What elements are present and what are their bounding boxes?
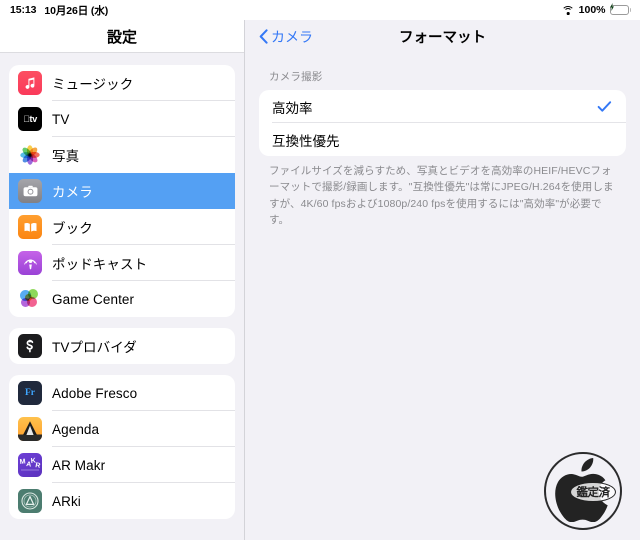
option-row-high-efficiency[interactable]: 高効率 — [259, 90, 626, 123]
tv-app-icon: tv — [18, 107, 42, 131]
adobe-fresco-icon: Fr — [18, 381, 42, 405]
sidebar-item-ar-makr[interactable]: M A K R AR Makr — [9, 447, 235, 483]
battery-charging-icon — [609, 3, 631, 15]
photos-app-icon — [18, 143, 42, 167]
detail-scroll-area[interactable]: カメラ撮影 高効率 互換性優先 ファイルサイズを減らすため、写真とビデオを高効率… — [245, 53, 640, 540]
music-app-icon — [18, 71, 42, 95]
sidebar-item-tv[interactable]: tv TV — [9, 101, 235, 137]
sidebar-item-music[interactable]: ミュージック — [9, 65, 235, 101]
sidebar-group-apple-apps: ミュージック tv TV 写真 — [9, 65, 235, 317]
battery-percent-label: 100% — [578, 4, 606, 16]
detail-pane: カメラ フォーマット カメラ撮影 高効率 互換性優先 ファイルサイズを減らすため… — [245, 20, 640, 540]
sidebar-item-label: 写真 — [52, 149, 80, 164]
sidebar-item-label: Game Center — [52, 291, 135, 307]
back-button[interactable]: カメラ — [259, 27, 313, 47]
sidebar-item-label: Agenda — [52, 421, 100, 437]
ar-makr-icon: M A K R — [18, 453, 42, 477]
wifi-icon — [561, 5, 575, 15]
sidebar-item-photos[interactable]: 写真 — [9, 137, 235, 173]
sidebar-item-label: カメラ — [52, 185, 93, 200]
status-bar-right: 100% — [561, 3, 631, 16]
page-title: 設定 — [106, 28, 137, 46]
arki-app-icon — [18, 489, 42, 513]
chevron-left-icon — [259, 29, 268, 44]
sidebar-item-books[interactable]: ブック — [9, 209, 235, 245]
ipad-settings-screen: 15:13 10月26日 (水) 100% 設定 ミュージック tv TV 写真… — [0, 0, 640, 540]
split-view: 設定 ミュージック tv — [0, 20, 640, 540]
sidebar-item-game-center[interactable]: Game Center — [9, 281, 235, 317]
camera-app-icon — [18, 179, 42, 203]
settings-sidebar: 設定 ミュージック tv — [0, 20, 245, 540]
sidebar-item-label: ARki — [52, 493, 81, 509]
back-button-label: カメラ — [271, 28, 313, 45]
sidebar-item-label: TVプロバイダ — [52, 340, 137, 355]
checkmark-icon — [597, 101, 612, 112]
sidebar-scroll-area[interactable]: ミュージック tv TV 写真 — [0, 53, 244, 540]
sidebar-item-tv-provider[interactable]: TVプロバイダ — [9, 328, 235, 364]
sidebar-item-arki[interactable]: ARki — [9, 483, 235, 519]
svg-text:R: R — [35, 462, 41, 470]
option-row-most-compatible[interactable]: 互換性優先 — [259, 123, 626, 156]
agenda-app-icon — [18, 417, 42, 441]
sidebar-group-tv-provider: TVプロバイダ — [9, 328, 235, 364]
sidebar-item-camera[interactable]: カメラ — [9, 173, 235, 209]
charging-bolt-icon — [609, 3, 614, 11]
podcasts-app-icon — [18, 251, 42, 275]
sidebar-item-label: Adobe Fresco — [52, 385, 138, 401]
detail-navigation-bar: カメラ フォーマット — [245, 20, 640, 53]
sidebar-item-label: AR Makr — [52, 457, 106, 473]
section-header-camera-capture: カメラ撮影 — [269, 71, 323, 83]
option-label: 互換性優先 — [272, 133, 340, 149]
sidebar-item-label: TV — [52, 111, 70, 127]
books-app-icon — [18, 215, 42, 239]
status-date: 10月26日 (水) — [44, 4, 109, 17]
status-bar: 15:13 10月26日 (水) 100% — [0, 0, 640, 20]
sidebar-item-podcasts[interactable]: ポッドキャスト — [9, 245, 235, 281]
sidebar-title-bar: 設定 — [0, 20, 244, 53]
sidebar-item-agenda[interactable]: Agenda — [9, 411, 235, 447]
status-bar-left: 15:13 10月26日 (水) — [10, 3, 108, 18]
status-time: 15:13 — [10, 4, 37, 16]
sidebar-item-label: ブック — [52, 221, 93, 236]
option-label: 高効率 — [272, 100, 313, 116]
game-center-icon — [18, 287, 42, 311]
tv-provider-icon — [18, 334, 42, 358]
sidebar-item-adobe-fresco[interactable]: Fr Adobe Fresco — [9, 375, 235, 411]
sidebar-group-third-party: Fr Adobe Fresco Agenda M A K R AR Makr A… — [9, 375, 235, 519]
sidebar-item-label: ポッドキャスト — [52, 257, 148, 272]
sidebar-item-label: ミュージック — [52, 77, 134, 92]
format-options-group: 高効率 互換性優先 — [259, 90, 626, 156]
format-footer-description: ファイルサイズを減らすため、写真とビデオを高効率のHEIF/HEVCフォーマット… — [269, 165, 614, 226]
